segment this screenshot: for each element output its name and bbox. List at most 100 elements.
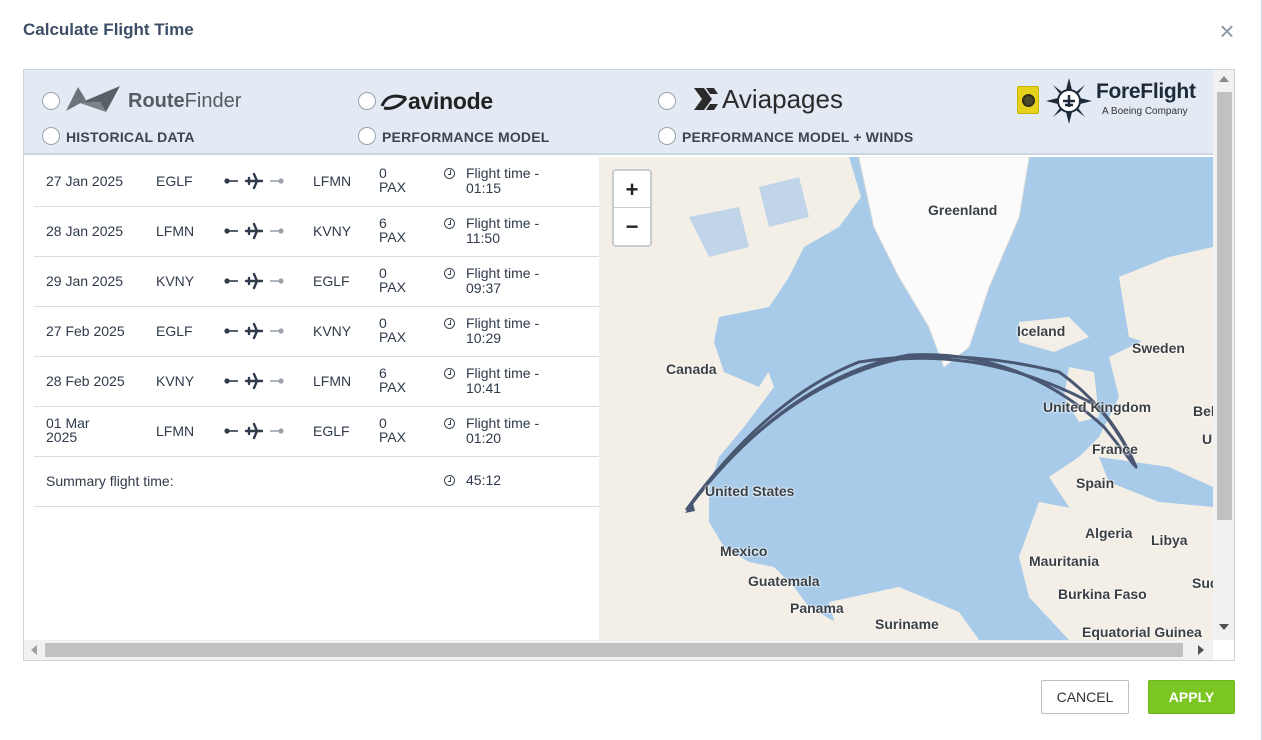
zoom-in-button[interactable]: + [614,171,650,208]
historical-data-radio[interactable] [42,127,60,145]
flight-time-value: 09:37 [466,280,502,296]
pax-number: 0 [379,415,387,431]
arrival-airport: LFMN [313,373,352,389]
flight-date-line1: 01 Mar [46,415,90,431]
passenger-count: 6 PAX [379,366,419,394]
performance-model-winds-label[interactable]: PERFORMANCE MODEL + WINDS [682,129,913,145]
pax-unit: PAX [379,329,406,345]
arrival-airport: EGLF [313,423,350,439]
flight-row[interactable]: 28 Jan 2025 LFMN KVNY 6 PAX Flight time -11:5… [34,207,599,257]
scroll-right-arrow-icon[interactable] [1198,645,1204,655]
route-indicator [224,271,284,291]
routefinder-logo-rest: Finder [184,90,242,112]
flight-time-value: 01:15 [466,180,502,196]
flight-time-value: 10:29 [466,330,502,346]
flight-date: 28 Feb 2025 [46,373,125,389]
map-label-mexico: Mexico [720,543,768,559]
map-label-canada: Canada [666,361,717,377]
flight-date: 01 Mar 2025 [46,416,90,444]
passenger-count: 0 PAX [379,316,419,344]
route-plane-icon [224,172,284,190]
flight-time: Flight time -01:15 [444,166,584,196]
flight-row[interactable]: 27 Jan 2025 EGLF LFMN 0 PAX Flight time -01:1… [34,157,599,207]
foreflight-radio[interactable] [1017,86,1039,114]
zoom-controls: + − [612,169,652,247]
route-plane-icon [224,222,284,240]
map-label-algeria: Algeria [1085,525,1133,541]
map-label-sudan: Sud [1192,575,1213,591]
clock-icon [444,268,455,279]
close-icon[interactable]: × [1216,18,1238,44]
map-label-spain: Spain [1076,475,1115,491]
foreflight-logo: ForeFlight A Boeing Company [1046,78,1216,126]
route-indicator [224,421,284,441]
flight-time: Flight time -10:41 [444,366,584,396]
pax-unit: PAX [379,379,406,395]
routefinder-radio[interactable] [42,92,60,110]
flight-row[interactable]: 27 Feb 2025 EGLF KVNY 0 PAX Flight time -10:2… [34,307,599,357]
route-indicator [224,171,284,191]
clock-icon [444,218,455,229]
flight-time-value: 11:50 [466,230,500,246]
zoom-out-button[interactable]: − [614,208,650,245]
summary-row: Summary flight time: 45:12 [34,457,599,507]
calculate-flight-time-dialog: Calculate Flight Time × RouteFinder HIST… [0,0,1262,740]
aviapages-radio[interactable] [658,92,676,110]
flight-time: Flight time -11:50 [444,216,584,246]
routefinder-logo: RouteFinder [66,84,246,118]
route-map[interactable]: + − Greenland Iceland Sweden Canada Unit… [599,157,1213,640]
performance-model-winds-radio[interactable] [658,127,676,145]
flights-table: 27 Jan 2025 EGLF LFMN 0 PAX Flight time -01:1… [34,157,599,507]
horizontal-scrollbar[interactable] [24,640,1213,660]
historical-data-label[interactable]: HISTORICAL DATA [66,129,195,145]
foreflight-logo-icon [1046,78,1092,124]
pax-unit: PAX [379,429,406,445]
arrival-airport: LFMN [313,173,352,189]
vertical-scroll-thumb[interactable] [1217,92,1232,520]
map-label-guatemala: Guatemala [748,573,820,589]
scroll-left-arrow-icon[interactable] [31,645,37,655]
pax-number: 6 [379,215,387,231]
flight-row[interactable]: 29 Jan 2025 KVNY EGLF 0 PAX Flight time -09:3… [34,257,599,307]
flight-date: 27 Jan 2025 [46,173,124,189]
avinode-logo-text: avinode [408,88,493,114]
scroll-up-arrow-icon[interactable] [1219,76,1229,82]
pax-unit: PAX [379,229,406,245]
apply-button[interactable]: APPLY [1148,680,1235,714]
flight-time: Flight time -09:37 [444,266,584,296]
map-label-equatorial-guinea: Equatorial Guinea [1082,624,1202,640]
flight-time-label: Flight time - [466,415,540,431]
clock-icon [444,368,455,379]
vertical-scrollbar[interactable] [1213,70,1234,640]
passenger-count: 0 PAX [379,266,419,294]
departure-airport: LFMN [156,223,195,239]
map-label-united-kingdom: United Kingdom [1043,399,1152,415]
flight-row[interactable]: 28 Feb 2025 KVNY LFMN 6 PAX Flight time -10:4… [34,357,599,407]
arrival-airport: EGLF [313,273,350,289]
summary-time: 45:12 [444,473,584,488]
aviapages-logo: Aviapages [692,84,852,118]
departure-airport: LFMN [156,423,195,439]
scroll-down-arrow-icon[interactable] [1219,624,1229,630]
pax-number: 6 [379,365,387,381]
flight-date: 27 Feb 2025 [46,323,125,339]
route-plane-icon [224,322,284,340]
avinode-radio[interactable] [358,92,376,110]
passenger-count: 0 PAX [379,416,419,444]
dialog-content-frame: RouteFinder HISTORICAL DATA avinode PERF… [23,69,1235,661]
performance-model-radio[interactable] [358,127,376,145]
land-greenland [858,157,1030,368]
flight-row[interactable]: 01 Mar 2025 LFMN EGLF 0 PAX Flight time -01:20 [34,407,599,457]
flight-time: Flight time -01:20 [444,416,584,446]
performance-model-label[interactable]: PERFORMANCE MODEL [382,129,550,145]
avinode-logo: avinode [380,86,520,118]
summary-label: Summary flight time: [46,473,174,489]
flight-time: Flight time -10:29 [444,316,584,346]
flight-time-label: Flight time - [466,165,540,181]
flight-time-value: 01:20 [466,430,502,446]
routefinder-logo-icon [66,86,120,112]
pax-number: 0 [379,315,387,331]
foreflight-logo-text: ForeFlight [1096,80,1196,103]
cancel-button[interactable]: CANCEL [1041,680,1129,714]
horizontal-scroll-thumb[interactable] [45,643,1183,657]
